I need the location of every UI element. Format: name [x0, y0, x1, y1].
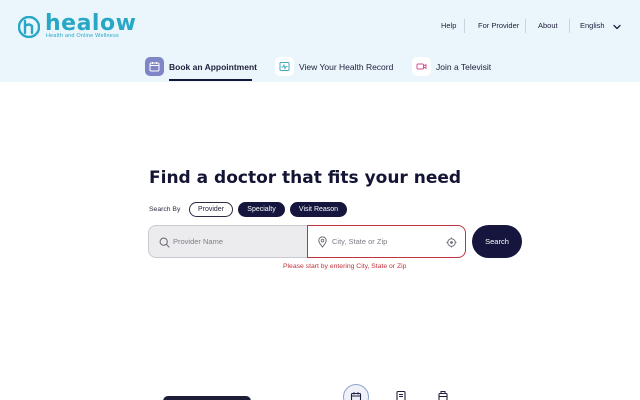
bottom-action-button[interactable] [163, 396, 251, 400]
filter-specialty-button[interactable]: Specialty [238, 202, 285, 217]
video-camera-icon [412, 57, 431, 76]
header: healow Health and Online Wellness Help F… [0, 0, 640, 82]
filter-visit-reason-button[interactable]: Visit Reason [290, 202, 347, 217]
pharmacy-icon[interactable] [430, 384, 456, 400]
page-headline: Find a doctor that fits your need [149, 168, 462, 188]
calendar-icon[interactable] [343, 384, 369, 400]
nav-for-provider-link[interactable]: For Provider [478, 21, 519, 33]
calendar-icon [145, 57, 164, 76]
provider-name-input[interactable] [173, 226, 303, 257]
brand-tagline: Health and Online Wellness [46, 33, 119, 39]
search-icon [159, 237, 170, 248]
location-pin-icon [318, 236, 327, 248]
nav-help-link[interactable]: Help [441, 21, 456, 33]
search-button[interactable]: Search [472, 225, 522, 258]
location-error-message: Please start by entering City, State or … [283, 263, 407, 270]
health-record-icon [275, 57, 294, 76]
location-input[interactable] [332, 226, 442, 257]
tab-book-appointment[interactable]: Book an Appointment [145, 57, 257, 79]
nav-divider [525, 19, 526, 33]
tab-televisit[interactable]: Join a Televisit [412, 57, 497, 79]
filter-provider-button[interactable]: Provider [189, 202, 233, 217]
location-field [307, 225, 466, 258]
search-by-label: Search By [149, 206, 181, 213]
provider-field [148, 225, 308, 258]
tab-label: Book an Appointment [169, 62, 257, 72]
healow-logo-mark-icon [18, 16, 40, 38]
chevron-down-icon[interactable] [612, 22, 622, 32]
healow-logo[interactable]: healow Health and Online Wellness [18, 11, 136, 42]
nav-divider [464, 19, 465, 33]
tab-health-record[interactable]: View Your Health Record [275, 57, 395, 79]
document-icon[interactable] [388, 384, 414, 400]
nav-about-link[interactable]: About [538, 21, 558, 33]
nav-divider [569, 19, 570, 33]
current-location-icon[interactable] [446, 237, 457, 248]
tab-label: Join a Televisit [436, 62, 492, 72]
tab-label: View Your Health Record [299, 62, 394, 72]
active-tab-indicator [169, 79, 252, 81]
language-selector[interactable]: English [580, 21, 605, 33]
